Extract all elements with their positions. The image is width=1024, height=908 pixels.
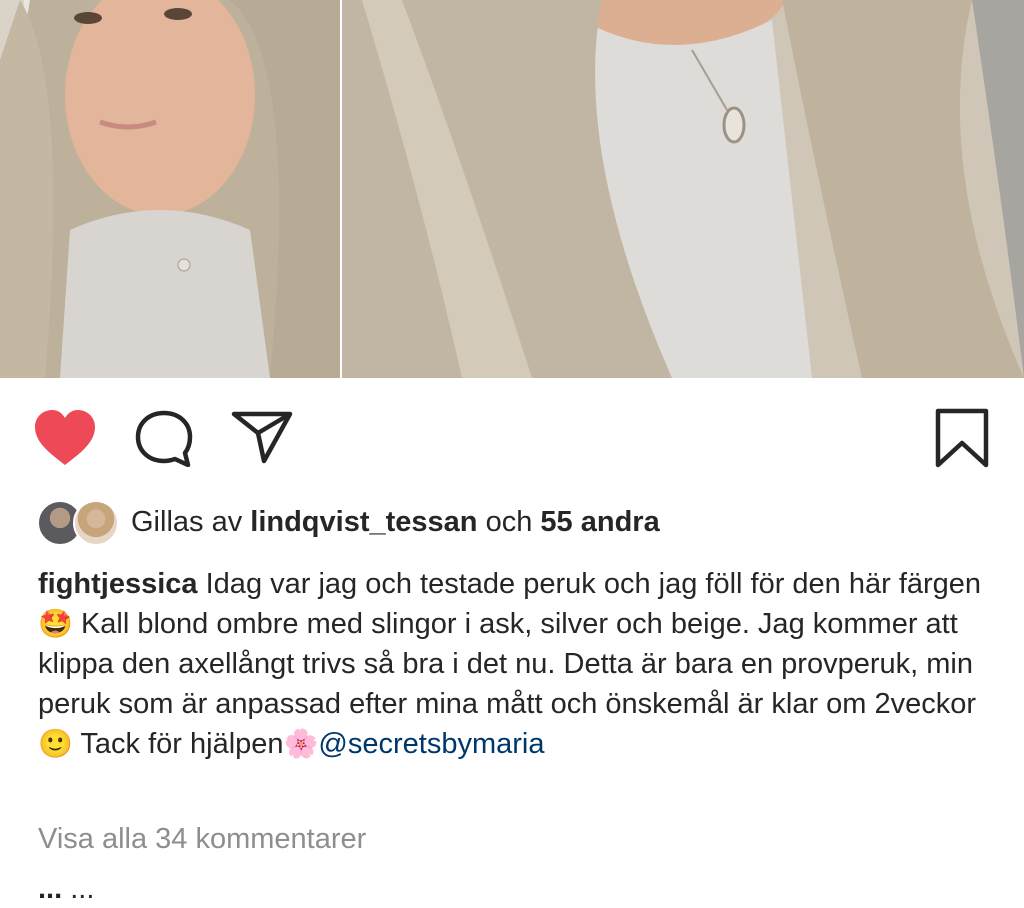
caption-username-link[interactable]: fightjessica <box>38 568 198 600</box>
paper-plane-icon[interactable] <box>231 409 293 465</box>
comment-text: ... <box>70 873 95 905</box>
comment-username[interactable]: ... <box>38 873 62 905</box>
liked-by-others-link[interactable]: 55 andra <box>540 506 659 538</box>
comment-preview: ... ... <box>38 870 94 908</box>
avatar <box>73 500 119 546</box>
like-heart-icon[interactable] <box>33 409 97 467</box>
caption-text-2: Kall blond ombre med slingor i ask, silv… <box>38 608 977 720</box>
liked-by-text[interactable]: Gillas av lindqvist_tessan och 55 andra <box>131 503 660 541</box>
bookmark-icon[interactable] <box>934 407 990 469</box>
liked-by-avatars[interactable] <box>37 500 119 546</box>
star-struck-emoji: 🤩 <box>38 607 73 640</box>
post-photo-collage[interactable] <box>0 0 1024 378</box>
post-photo-right[interactable] <box>342 0 1024 378</box>
post-caption: fightjessica Idag var jag och testade pe… <box>38 564 998 764</box>
post-photo-left[interactable] <box>0 0 340 378</box>
caption-mention-link[interactable]: @secretsbymaria <box>318 728 544 760</box>
caption-text-1: Idag var jag och testade peruk och jag f… <box>205 568 982 600</box>
caption-text-3: Tack för hjälpen <box>80 728 284 760</box>
liked-by-joiner: och <box>485 506 533 538</box>
cherry-blossom-emoji: 🌸 <box>283 727 319 760</box>
smile-emoji: 🙂 <box>38 727 73 760</box>
liked-by-user-link[interactable]: lindqvist_tessan <box>250 506 477 538</box>
liked-by-prefix: Gillas av <box>131 506 243 538</box>
comment-bubble-icon[interactable] <box>134 409 194 467</box>
view-all-comments-link[interactable]: Visa alla 34 kommentarer <box>38 820 366 858</box>
